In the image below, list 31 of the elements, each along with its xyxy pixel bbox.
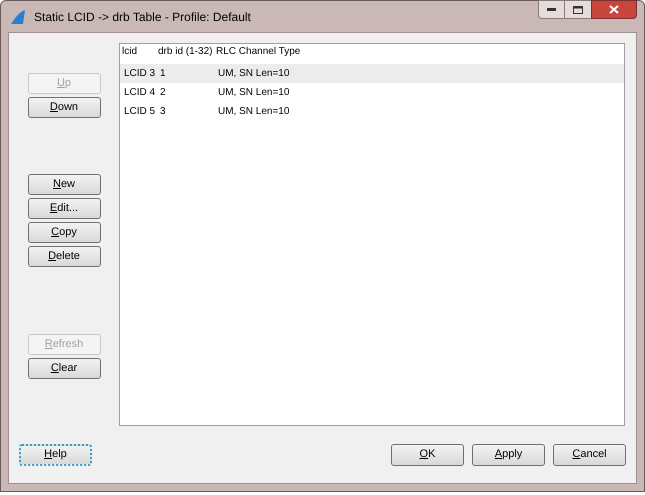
maximize-icon — [573, 6, 583, 14]
table-cell-text: UM, SN Len=10 — [217, 105, 290, 119]
table-cell-text: 3 — [159, 105, 167, 119]
column-header[interactable]: RLC Channel Type — [214, 44, 624, 59]
minimize-icon — [547, 8, 556, 11]
side-button[interactable]: Down — [28, 97, 100, 118]
table-cell-text: 2 — [159, 86, 167, 100]
dialog-button[interactable]: Cancel — [553, 444, 626, 466]
dialog-button[interactable]: Apply — [472, 444, 545, 466]
table-cell-text: 1 — [159, 67, 167, 81]
minimize-button[interactable] — [538, 0, 565, 19]
close-icon — [609, 5, 619, 14]
window-title: Static LCID -> drb Table - Profile: Default — [34, 8, 251, 26]
maximize-button[interactable] — [565, 0, 591, 19]
dialog-button[interactable]: Help — [19, 444, 92, 466]
table-cell-text: UM, SN Len=10 — [217, 67, 290, 81]
side-button[interactable]: Delete — [28, 246, 100, 267]
side-button[interactable]: Copy — [28, 222, 100, 243]
close-button[interactable] — [591, 0, 637, 19]
table-cell-text: LCID 5 — [123, 105, 156, 119]
column-header[interactable]: drb id (1-32) — [156, 44, 214, 59]
table-cell-text: LCID 4 — [123, 86, 156, 100]
table-cell-text: LCID 3 — [123, 67, 156, 81]
fin-icon — [10, 8, 26, 24]
dialog-button[interactable]: OK — [391, 444, 464, 466]
table-row[interactable]: LCID 3 1 UM, SN Len=10 — [120, 64, 624, 83]
side-button[interactable]: Edit... — [28, 198, 100, 219]
column-header[interactable]: lcid — [120, 44, 156, 59]
table-cell-text: UM, SN Len=10 — [217, 86, 290, 100]
side-button[interactable]: Clear — [28, 358, 100, 379]
side-button[interactable]: New — [28, 174, 100, 195]
